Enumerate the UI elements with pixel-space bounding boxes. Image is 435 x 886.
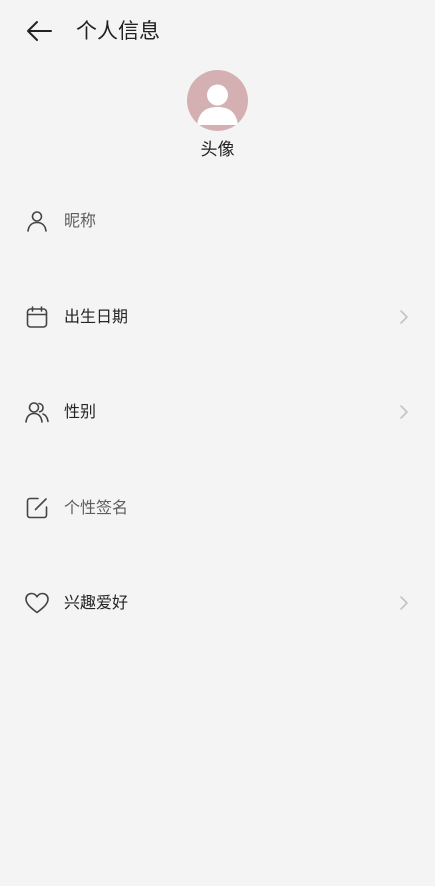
- chevron-right-icon: [397, 592, 411, 614]
- heart-icon: [24, 590, 50, 616]
- row-hobbies-label: 兴趣爱好: [64, 593, 129, 613]
- avatar[interactable]: [187, 70, 248, 131]
- profile-list: 昵称 出生日期 性别 个性签名 兴趣爱好: [0, 173, 435, 651]
- users-icon: [24, 399, 50, 425]
- avatar-label: 头像: [200, 140, 235, 160]
- header-bar: 个人信息: [0, 0, 435, 62]
- row-gender[interactable]: 性别: [0, 364, 435, 460]
- page-title: 个人信息: [76, 19, 160, 43]
- chevron-right-icon: [397, 401, 411, 423]
- calendar-icon: [24, 304, 50, 330]
- row-gender-label: 性别: [64, 402, 97, 422]
- arrow-left-icon: [27, 21, 52, 41]
- edit-icon: [24, 495, 50, 521]
- row-birthday-label: 出生日期: [64, 306, 129, 326]
- avatar-placeholder-icon: [197, 84, 238, 125]
- row-nickname[interactable]: 昵称: [0, 173, 435, 269]
- user-icon: [24, 208, 50, 234]
- row-signature[interactable]: 个性签名: [0, 460, 435, 556]
- back-button[interactable]: [22, 16, 56, 46]
- row-signature-label: 个性签名: [64, 497, 129, 517]
- row-hobbies[interactable]: 兴趣爱好: [0, 555, 435, 651]
- chevron-right-icon: [397, 306, 411, 328]
- row-birthday[interactable]: 出生日期: [0, 269, 435, 365]
- row-nickname-label: 昵称: [64, 211, 97, 230]
- avatar-section: 头像: [0, 70, 435, 162]
